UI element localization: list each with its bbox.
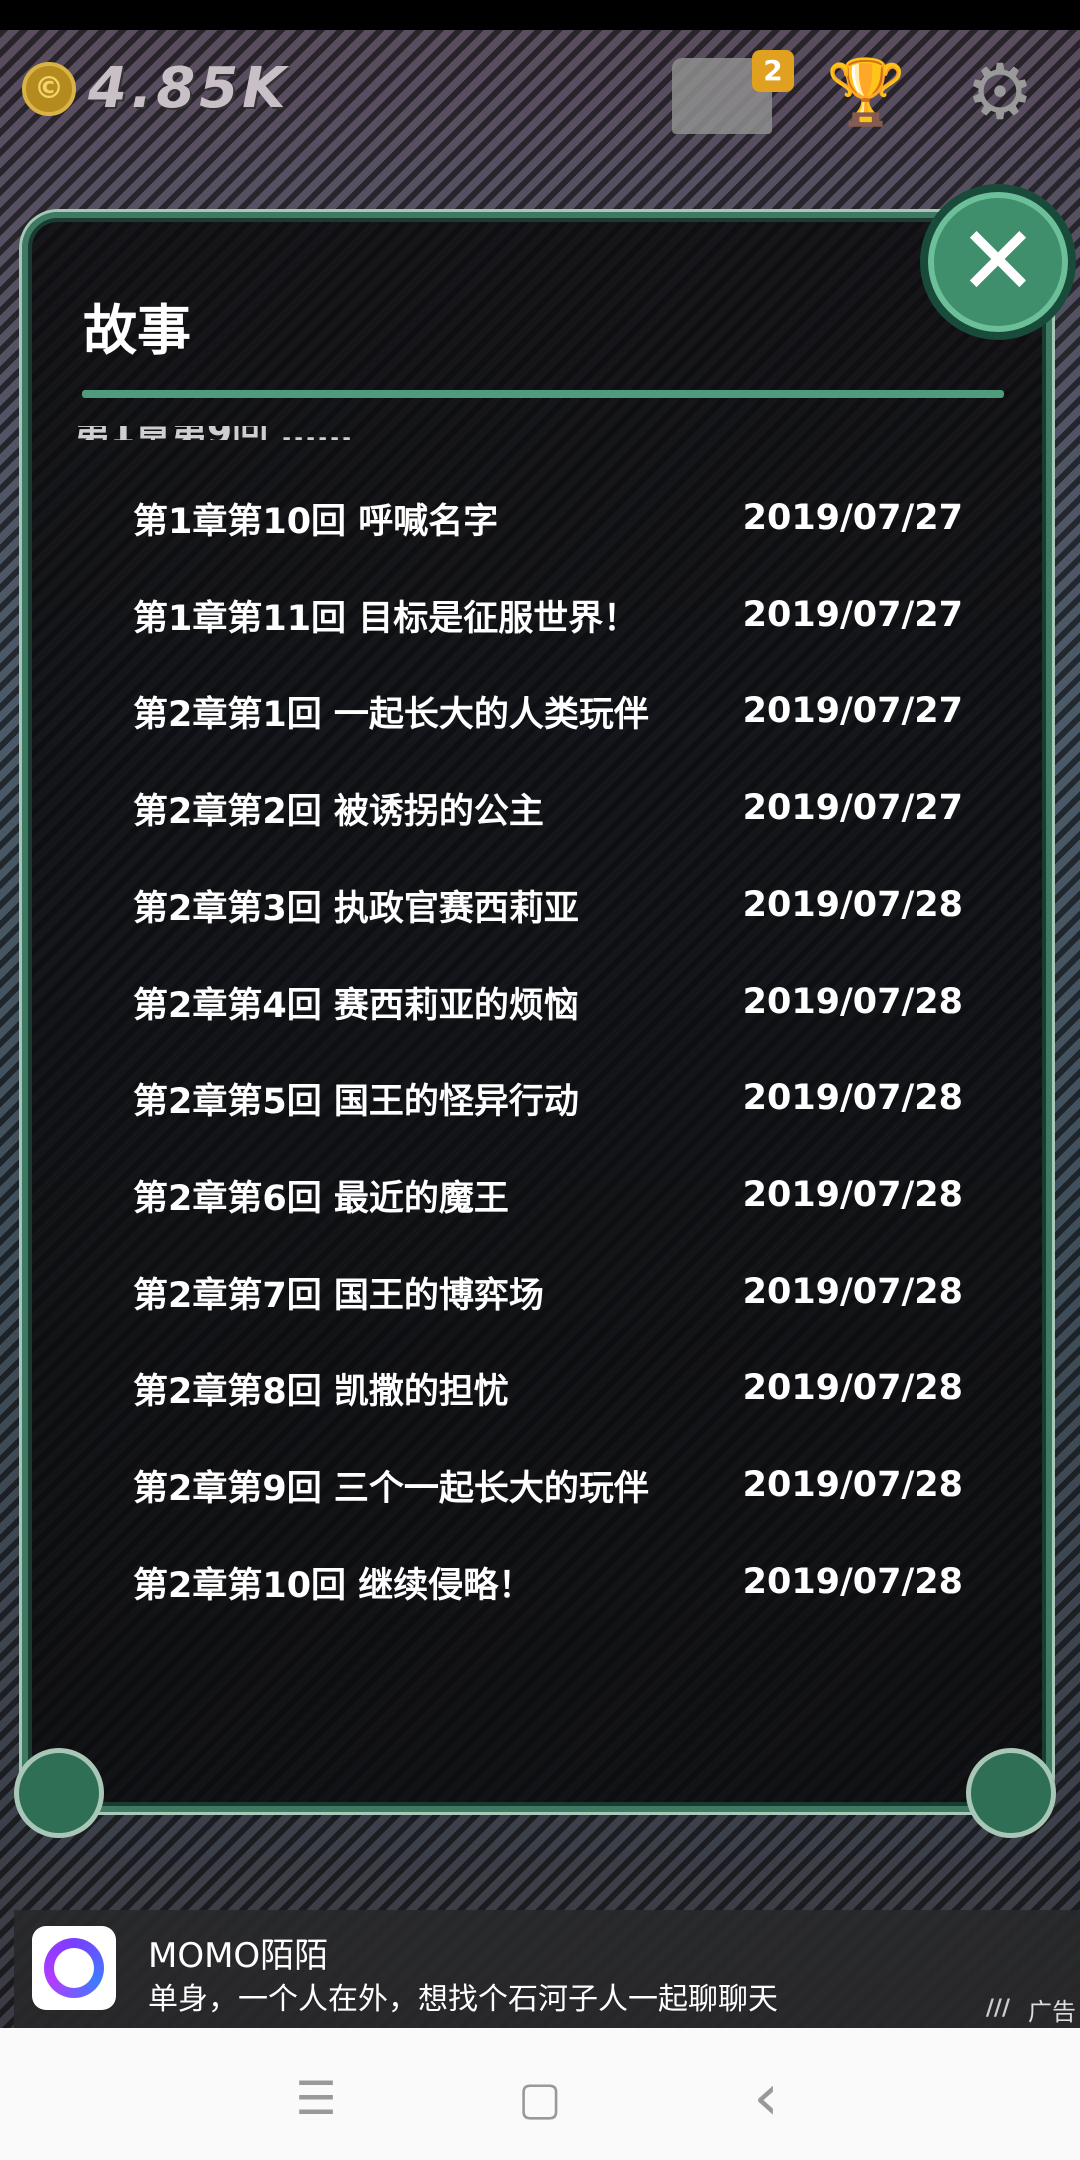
story-date: 2019/07/28 bbox=[742, 1562, 963, 1602]
menu-icon[interactable]: ☰ bbox=[276, 2058, 356, 2138]
story-row[interactable]: 第2章第10回 继续侵略！ 2019/07/28 bbox=[133, 1552, 963, 1612]
story-row[interactable]: 第2章第4回 赛西莉亚的烦恼 2019/07/28 bbox=[133, 972, 963, 1032]
story-title: 第2章第1回 一起长大的人类玩伴 bbox=[133, 694, 649, 735]
story-title: 第2章第2回 被诱拐的公主 bbox=[133, 791, 544, 832]
story-date: 2019/07/27 bbox=[742, 595, 963, 635]
navigation-bar: ☰ ▢ ‹ bbox=[0, 2028, 1080, 2160]
corner-ornament-left bbox=[14, 1748, 104, 1838]
story-title: 第2章第6回 最近的魔王 bbox=[133, 1178, 509, 1219]
modal-title: 故事 bbox=[83, 299, 191, 362]
story-row[interactable]: 第1章第10回 呼喊名字 2019/07/27 bbox=[133, 488, 963, 548]
story-title: 第1章第11回 目标是征服世界！ bbox=[133, 598, 639, 639]
story-date: 2019/07/28 bbox=[742, 1175, 963, 1215]
story-row[interactable]: 第2章第3回 执政官赛西莉亚 2019/07/28 bbox=[133, 875, 963, 935]
story-row[interactable]: 第2章第2回 被诱拐的公主 2019/07/27 bbox=[133, 778, 963, 838]
story-date: 2019/07/28 bbox=[742, 1465, 963, 1505]
close-button[interactable]: ✕ bbox=[920, 184, 1076, 340]
ad-text[interactable]: 单身，一个人在外，想找个石河子人一起聊聊天 bbox=[148, 1974, 778, 2018]
story-row[interactable]: 第2章第6回 最近的魔王 2019/07/28 bbox=[133, 1165, 963, 1225]
corner-ornament-right bbox=[966, 1748, 1056, 1838]
modal-divider bbox=[82, 390, 1004, 398]
back-icon[interactable]: ‹ bbox=[726, 2058, 806, 2138]
partial-story-row: 第1章第9回 …… bbox=[74, 426, 934, 440]
story-row[interactable]: 第2章第9回 三个一起长大的玩伴 2019/07/28 bbox=[133, 1455, 963, 1515]
story-title: 第2章第7回 国王的博弈场 bbox=[133, 1275, 544, 1316]
story-title: 第2章第4回 赛西莉亚的烦恼 bbox=[133, 985, 579, 1026]
story-date: 2019/07/28 bbox=[742, 1078, 963, 1118]
coin-icon: © bbox=[22, 62, 76, 116]
home-icon[interactable]: ▢ bbox=[500, 2058, 580, 2138]
gear-icon[interactable]: ⚙ bbox=[960, 52, 1040, 132]
story-date: 2019/07/27 bbox=[742, 788, 963, 828]
story-row[interactable]: 第2章第7回 国王的博弈场 2019/07/28 bbox=[133, 1262, 963, 1322]
status-bar bbox=[0, 0, 1080, 30]
close-icon: ✕ bbox=[957, 205, 1039, 317]
story-row[interactable]: 第2章第8回 凯撒的担忧 2019/07/28 bbox=[133, 1358, 963, 1418]
story-row[interactable]: 第2章第5回 国王的怪异行动 2019/07/28 bbox=[133, 1068, 963, 1128]
story-date: 2019/07/27 bbox=[742, 498, 963, 538]
ad-app-icon[interactable] bbox=[32, 1926, 116, 2010]
ad-label: 广告 bbox=[1028, 1998, 1076, 2026]
story-date: 2019/07/27 bbox=[742, 691, 963, 731]
story-title: 第2章第5回 国王的怪异行动 bbox=[133, 1081, 579, 1122]
story-title: 第2章第9回 三个一起长大的玩伴 bbox=[133, 1468, 649, 1509]
story-date: 2019/07/28 bbox=[742, 1368, 963, 1408]
ad-mark-icon: /// bbox=[985, 1996, 1010, 2021]
coin-value: 4.85K bbox=[88, 56, 290, 121]
story-row[interactable]: 第2章第1回 一起长大的人类玩伴 2019/07/27 bbox=[133, 681, 963, 741]
story-title: 第1章第10回 呼喊名字 bbox=[133, 501, 499, 542]
story-title: 第2章第3回 执政官赛西莉亚 bbox=[133, 888, 579, 929]
ad-title[interactable]: MOMO陌陌 bbox=[148, 1928, 328, 1977]
story-title: 第2章第8回 凯撒的担忧 bbox=[133, 1371, 509, 1412]
story-date: 2019/07/28 bbox=[742, 982, 963, 1022]
castle-badge: 2 bbox=[752, 50, 794, 92]
story-date: 2019/07/28 bbox=[742, 1272, 963, 1312]
story-title: 第2章第10回 继续侵略！ bbox=[133, 1565, 534, 1606]
trophy-icon[interactable]: 🏆 bbox=[826, 58, 906, 128]
story-date: 2019/07/28 bbox=[742, 885, 963, 925]
story-row[interactable]: 第1章第11回 目标是征服世界！ 2019/07/27 bbox=[133, 585, 963, 645]
ad-banner[interactable]: MOMO陌陌 单身，一个人在外，想找个石河子人一起聊聊天 /// 广告 bbox=[14, 1910, 1080, 2028]
